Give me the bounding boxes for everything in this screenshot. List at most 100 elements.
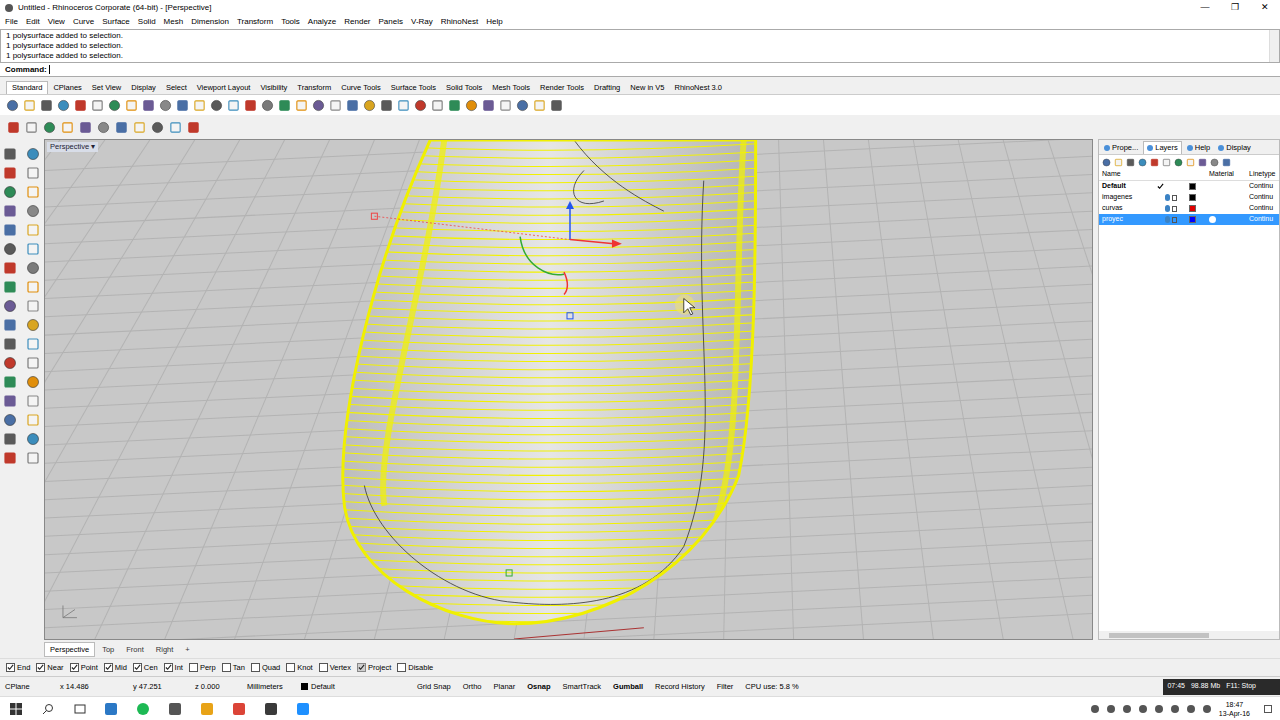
app-icon[interactable] — [168, 702, 182, 716]
tool-icon[interactable] — [278, 99, 291, 112]
tool-icon[interactable] — [26, 242, 40, 256]
tool-icon[interactable] — [74, 99, 87, 112]
app-icon[interactable] — [200, 702, 214, 716]
tool-icon[interactable] — [26, 451, 40, 465]
tool-icon[interactable] — [26, 375, 40, 389]
tray-icon[interactable] — [1187, 705, 1195, 713]
tool-icon[interactable] — [26, 356, 40, 370]
toolbar-tab[interactable]: RhinoNest 3.0 — [669, 82, 727, 94]
toolbar-tab[interactable]: Viewport Layout — [192, 82, 256, 94]
tool-icon[interactable] — [244, 99, 257, 112]
lock-icon[interactable] — [1172, 195, 1177, 201]
tool-icon[interactable] — [176, 99, 189, 112]
tool-icon[interactable] — [6, 99, 19, 112]
menu-item[interactable]: Tools — [281, 16, 300, 28]
menu-item[interactable]: Render — [344, 16, 370, 28]
tool-icon[interactable] — [25, 121, 38, 134]
tool-icon[interactable] — [61, 121, 74, 134]
viewport-tab[interactable]: Top — [97, 643, 119, 656]
menu-item[interactable]: Panels — [379, 16, 403, 28]
command-line[interactable]: Command: — [0, 63, 1280, 77]
tool-icon[interactable] — [23, 99, 36, 112]
task-view-icon[interactable] — [74, 703, 86, 715]
toolbar-tab[interactable]: Solid Tools — [441, 82, 487, 94]
checkbox[interactable] — [397, 663, 406, 672]
toolbar-tab[interactable]: Drafting — [589, 82, 625, 94]
menu-item[interactable]: Transform — [237, 16, 273, 28]
osnap-option[interactable]: Project — [357, 662, 391, 673]
panel-tab[interactable]: Prope... — [1101, 142, 1141, 154]
tool-icon[interactable] — [97, 121, 110, 134]
menu-item[interactable]: Solid — [138, 16, 156, 28]
tool-icon[interactable] — [26, 223, 40, 237]
osnap-option[interactable]: End — [6, 662, 30, 673]
layer-color[interactable] — [1189, 194, 1196, 201]
tool-icon[interactable] — [1114, 158, 1123, 167]
tool-icon[interactable] — [3, 280, 17, 294]
tool-icon[interactable] — [3, 299, 17, 313]
viewport-label[interactable]: Perspective ▾ — [47, 142, 98, 152]
checkbox[interactable] — [104, 663, 113, 672]
tool-icon[interactable] — [1162, 158, 1171, 167]
tool-icon[interactable] — [550, 99, 563, 112]
tool-icon[interactable] — [312, 99, 325, 112]
osnap-option[interactable]: Perp — [189, 662, 216, 673]
tool-icon[interactable] — [3, 451, 17, 465]
tool-icon[interactable] — [115, 121, 128, 134]
tool-icon[interactable] — [448, 99, 461, 112]
toolbar-tab[interactable]: Standard — [6, 81, 48, 94]
tray-icon[interactable] — [1107, 705, 1115, 713]
layer-row[interactable]: proyecContinu — [1099, 214, 1279, 225]
window-control[interactable]: — — [1190, 0, 1220, 15]
tool-icon[interactable] — [151, 121, 164, 134]
tool-icon[interactable] — [210, 99, 223, 112]
search-icon[interactable] — [42, 703, 54, 715]
scrollbar[interactable] — [1269, 30, 1279, 62]
tool-icon[interactable] — [363, 99, 376, 112]
app-icon[interactable] — [296, 702, 310, 716]
status-toggle[interactable]: SmartTrack — [557, 681, 607, 692]
tool-icon[interactable] — [108, 99, 121, 112]
osnap-option[interactable]: Near — [36, 662, 63, 673]
menu-item[interactable]: Edit — [26, 16, 40, 28]
tray-icon[interactable] — [1091, 705, 1099, 713]
toolbar-tab[interactable]: Set View — [87, 82, 126, 94]
checkbox[interactable] — [189, 663, 198, 672]
checkbox[interactable] — [133, 663, 142, 672]
tool-icon[interactable] — [169, 121, 182, 134]
tool-icon[interactable] — [3, 432, 17, 446]
osnap-option[interactable]: Quad — [251, 662, 280, 673]
viewport-tab[interactable]: Front — [121, 643, 149, 656]
tool-icon[interactable] — [26, 147, 40, 161]
tool-icon[interactable] — [7, 121, 20, 134]
menu-item[interactable]: View — [48, 16, 65, 28]
toolbar-tab[interactable]: Visibility — [255, 82, 292, 94]
status-toggle[interactable]: Ortho — [457, 681, 488, 692]
tool-icon[interactable] — [1126, 158, 1135, 167]
tool-icon[interactable] — [3, 356, 17, 370]
status-toggle[interactable]: Grid Snap — [411, 681, 457, 692]
osnap-option[interactable]: Disable — [397, 662, 433, 673]
tool-icon[interactable] — [57, 99, 70, 112]
tool-icon[interactable] — [414, 99, 427, 112]
checkbox[interactable] — [286, 663, 295, 672]
viewport-scene[interactable] — [45, 140, 1092, 639]
checkbox[interactable] — [70, 663, 79, 672]
tool-icon[interactable] — [397, 99, 410, 112]
tool-icon[interactable] — [3, 242, 17, 256]
checkbox[interactable] — [6, 663, 15, 672]
status-toggle[interactable]: Osnap — [521, 681, 556, 692]
tool-icon[interactable] — [26, 337, 40, 351]
tool-icon[interactable] — [295, 99, 308, 112]
tool-icon[interactable] — [1222, 158, 1231, 167]
tool-icon[interactable] — [26, 318, 40, 332]
tool-icon[interactable] — [142, 99, 155, 112]
osnap-option[interactable]: Tan — [222, 662, 245, 673]
tool-icon[interactable] — [79, 121, 92, 134]
layer-row[interactable]: imagenesContinu — [1099, 192, 1279, 203]
app-icon[interactable] — [104, 702, 118, 716]
checkbox[interactable] — [164, 663, 173, 672]
tool-icon[interactable] — [227, 99, 240, 112]
column-header[interactable]: Linetype — [1249, 169, 1279, 180]
osnap-option[interactable]: Cen — [133, 662, 158, 673]
